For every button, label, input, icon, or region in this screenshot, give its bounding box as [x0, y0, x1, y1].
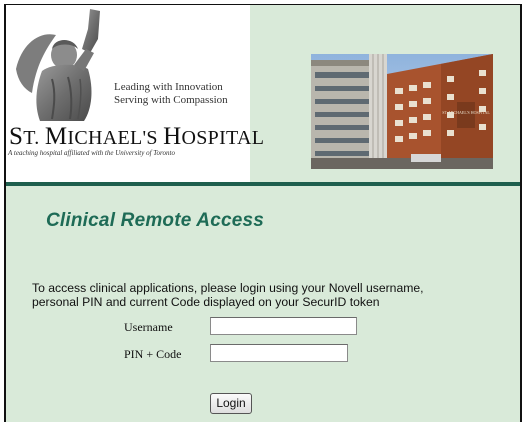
motto-line-1: Leading with Innovation [114, 81, 223, 93]
affiliation-text: A teaching hospital affiliated with the … [8, 149, 175, 157]
header-divider [6, 182, 520, 186]
angel-statue-image [16, 9, 100, 121]
username-input[interactable] [210, 317, 357, 335]
instructions-line-1: To access clinical applications, please … [32, 281, 424, 295]
login-button[interactable]: Login [210, 393, 252, 414]
instructions-line-2: personal PIN and current Code displayed … [32, 295, 380, 309]
page-title: Clinical Remote Access [46, 210, 265, 231]
pin-code-input[interactable] [210, 344, 348, 362]
hospital-name: ST. MICHAEL'S HOSPITAL [9, 123, 265, 150]
hospital-building-photo: ST. MICHAEL'S HOSPITAL [311, 54, 493, 169]
hospital-motto: Leading with Innovation Serving with Com… [114, 81, 254, 107]
hospital-logo: Leading with Innovation Serving with Com… [6, 5, 264, 183]
motto-line-2: Serving with Compassion [114, 94, 228, 106]
pin-code-label: PIN + Code [124, 347, 182, 361]
username-label: Username [124, 320, 173, 334]
instructions-text: To access clinical applications, please … [32, 281, 518, 309]
building-sign: ST. MICHAEL'S HOSPITAL [442, 110, 490, 115]
page-frame: Leading with Innovation Serving with Com… [4, 4, 522, 422]
